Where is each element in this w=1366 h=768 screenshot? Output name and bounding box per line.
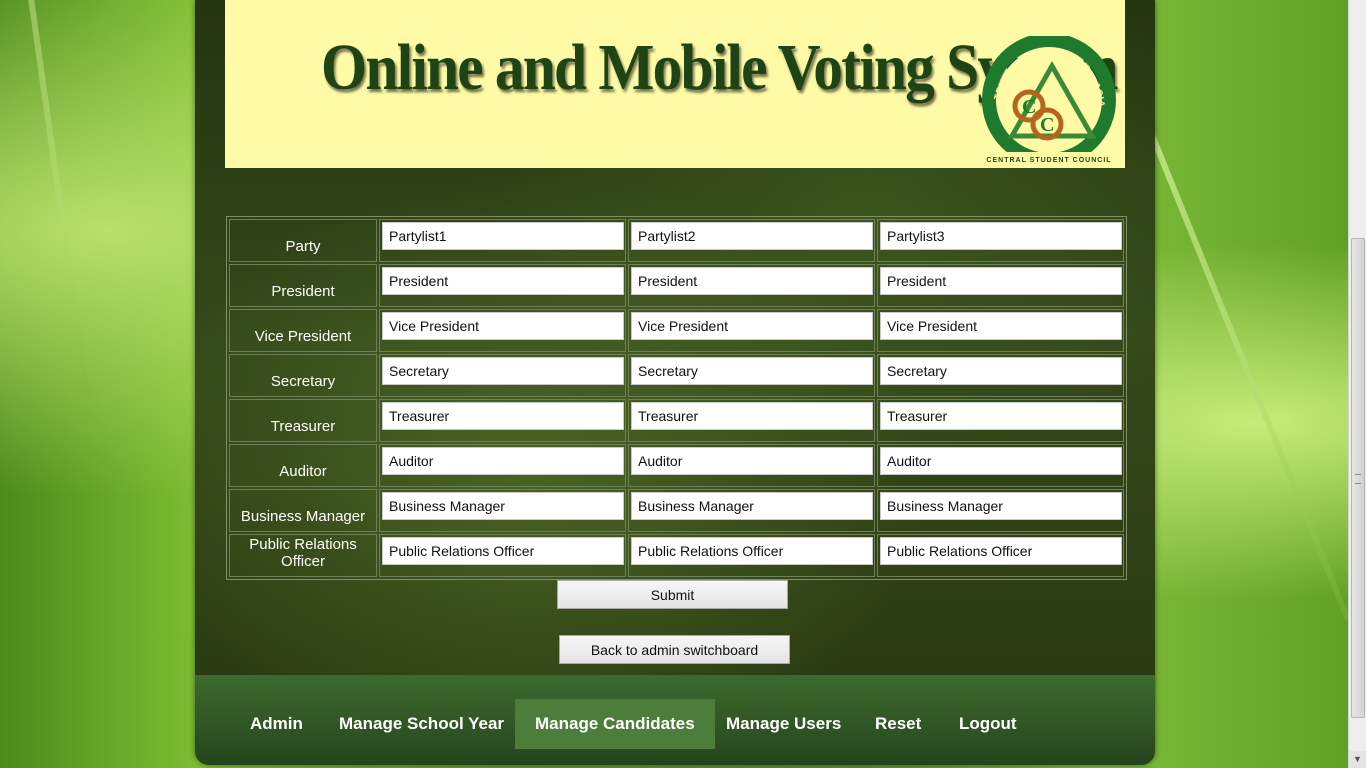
candidate-input[interactable] [382, 447, 624, 475]
input-cell [877, 534, 1124, 577]
candidate-input[interactable] [631, 537, 873, 565]
input-cell [379, 354, 626, 397]
nav-item-manage-users[interactable]: Manage Users [706, 699, 861, 749]
candidate-input[interactable] [880, 267, 1122, 295]
candidate-input[interactable] [880, 402, 1122, 430]
row-label-cell: Public Relations Officer [229, 534, 377, 577]
candidate-input[interactable] [880, 312, 1122, 340]
row-label: Public Relations Officer [249, 536, 357, 570]
candidates-table: Party President Vice President Secretary Tre… [226, 216, 1127, 580]
input-cell [877, 489, 1124, 532]
table-row: Treasurer [229, 399, 1124, 442]
back-to-admin-switchboard-button[interactable]: Back to admin switchboard [559, 635, 790, 664]
vertical-scrollbar[interactable]: ▼ [1348, 0, 1366, 768]
input-cell [877, 444, 1124, 487]
row-label-cell: Secretary [229, 354, 377, 397]
input-cell [628, 489, 875, 532]
logo-bottom-text: CENTRAL STUDENT COUNCIL [986, 157, 1111, 164]
candidate-input[interactable] [631, 492, 873, 520]
input-cell [379, 534, 626, 577]
candidate-input[interactable] [382, 222, 624, 250]
row-label: Auditor [279, 463, 327, 480]
table-row: Business Manager [229, 489, 1124, 532]
nav-item-reset[interactable]: Reset [855, 699, 941, 749]
input-cell [379, 489, 626, 532]
input-cell [379, 399, 626, 442]
candidate-input[interactable] [382, 492, 624, 520]
input-cell [628, 534, 875, 577]
candidate-input[interactable] [880, 537, 1122, 565]
input-cell [628, 264, 875, 307]
table-row: President [229, 264, 1124, 307]
input-cell [877, 354, 1124, 397]
nav-item-logout[interactable]: Logout [939, 699, 1037, 749]
candidate-input[interactable] [880, 447, 1122, 475]
row-label-cell: President [229, 264, 377, 307]
candidate-input[interactable] [382, 402, 624, 430]
candidate-input[interactable] [382, 267, 624, 295]
header-banner: Online and Mobile Voting System TRINITY … [225, 0, 1125, 168]
row-label: Vice President [254, 328, 352, 345]
candidate-input[interactable] [382, 312, 624, 340]
nav-item-admin[interactable]: Admin [230, 699, 323, 749]
table-row: Auditor [229, 444, 1124, 487]
candidate-input[interactable] [631, 312, 873, 340]
nav-item-manage-candidates[interactable]: Manage Candidates [515, 699, 715, 749]
candidate-input[interactable] [880, 357, 1122, 385]
grass-blade-left [25, 0, 91, 399]
input-cell [877, 219, 1124, 262]
candidate-input[interactable] [631, 402, 873, 430]
input-cell [628, 399, 875, 442]
candidate-input[interactable] [382, 537, 624, 565]
input-cell [628, 309, 875, 352]
input-cell [379, 219, 626, 262]
table-row: Vice President [229, 309, 1124, 352]
row-label-cell: Auditor [229, 444, 377, 487]
input-cell [379, 264, 626, 307]
input-cell [628, 219, 875, 262]
candidate-input[interactable] [880, 222, 1122, 250]
table-row: Secretary [229, 354, 1124, 397]
table-row: Party [229, 219, 1124, 262]
svg-text:C: C [1022, 96, 1036, 118]
candidate-input[interactable] [631, 357, 873, 385]
input-cell [379, 444, 626, 487]
row-label: Party [285, 238, 321, 255]
candidate-input[interactable] [631, 447, 873, 475]
candidate-input[interactable] [880, 492, 1122, 520]
row-label: Secretary [270, 373, 336, 390]
row-label-cell: Vice President [229, 309, 377, 352]
candidate-input[interactable] [631, 222, 873, 250]
scrollbar-grip-icon [1355, 474, 1361, 484]
input-cell [628, 444, 875, 487]
row-label-cell: Party [229, 219, 377, 262]
grass-blade-right [1135, 99, 1351, 621]
main-container: Online and Mobile Voting System TRINITY … [195, 0, 1155, 765]
row-label-cell: Treasurer [229, 399, 377, 442]
input-cell [877, 309, 1124, 352]
input-cell [628, 354, 875, 397]
table-row: Public Relations Officer [229, 534, 1124, 577]
submit-button[interactable]: Submit [557, 580, 788, 609]
bottom-navigation: Admin Manage School Year Manage Candidat… [195, 675, 1155, 765]
input-cell [877, 399, 1124, 442]
row-label: President [271, 283, 335, 300]
scrollbar-thumb[interactable] [1351, 238, 1365, 718]
row-label-cell: Business Manager [229, 489, 377, 532]
input-cell [379, 309, 626, 352]
input-cell [877, 264, 1124, 307]
row-label: Business Manager [240, 508, 366, 525]
university-logo: TRINITY UNIVERSITY OF ASIA C C CENTRAL S… [977, 36, 1121, 166]
nav-item-manage-school-year[interactable]: Manage School Year [319, 699, 524, 749]
candidate-input[interactable] [382, 357, 624, 385]
candidate-input[interactable] [631, 267, 873, 295]
scroll-down-arrow-icon[interactable]: ▼ [1349, 751, 1366, 768]
svg-text:C: C [1040, 114, 1054, 136]
row-label: Treasurer [270, 418, 336, 435]
